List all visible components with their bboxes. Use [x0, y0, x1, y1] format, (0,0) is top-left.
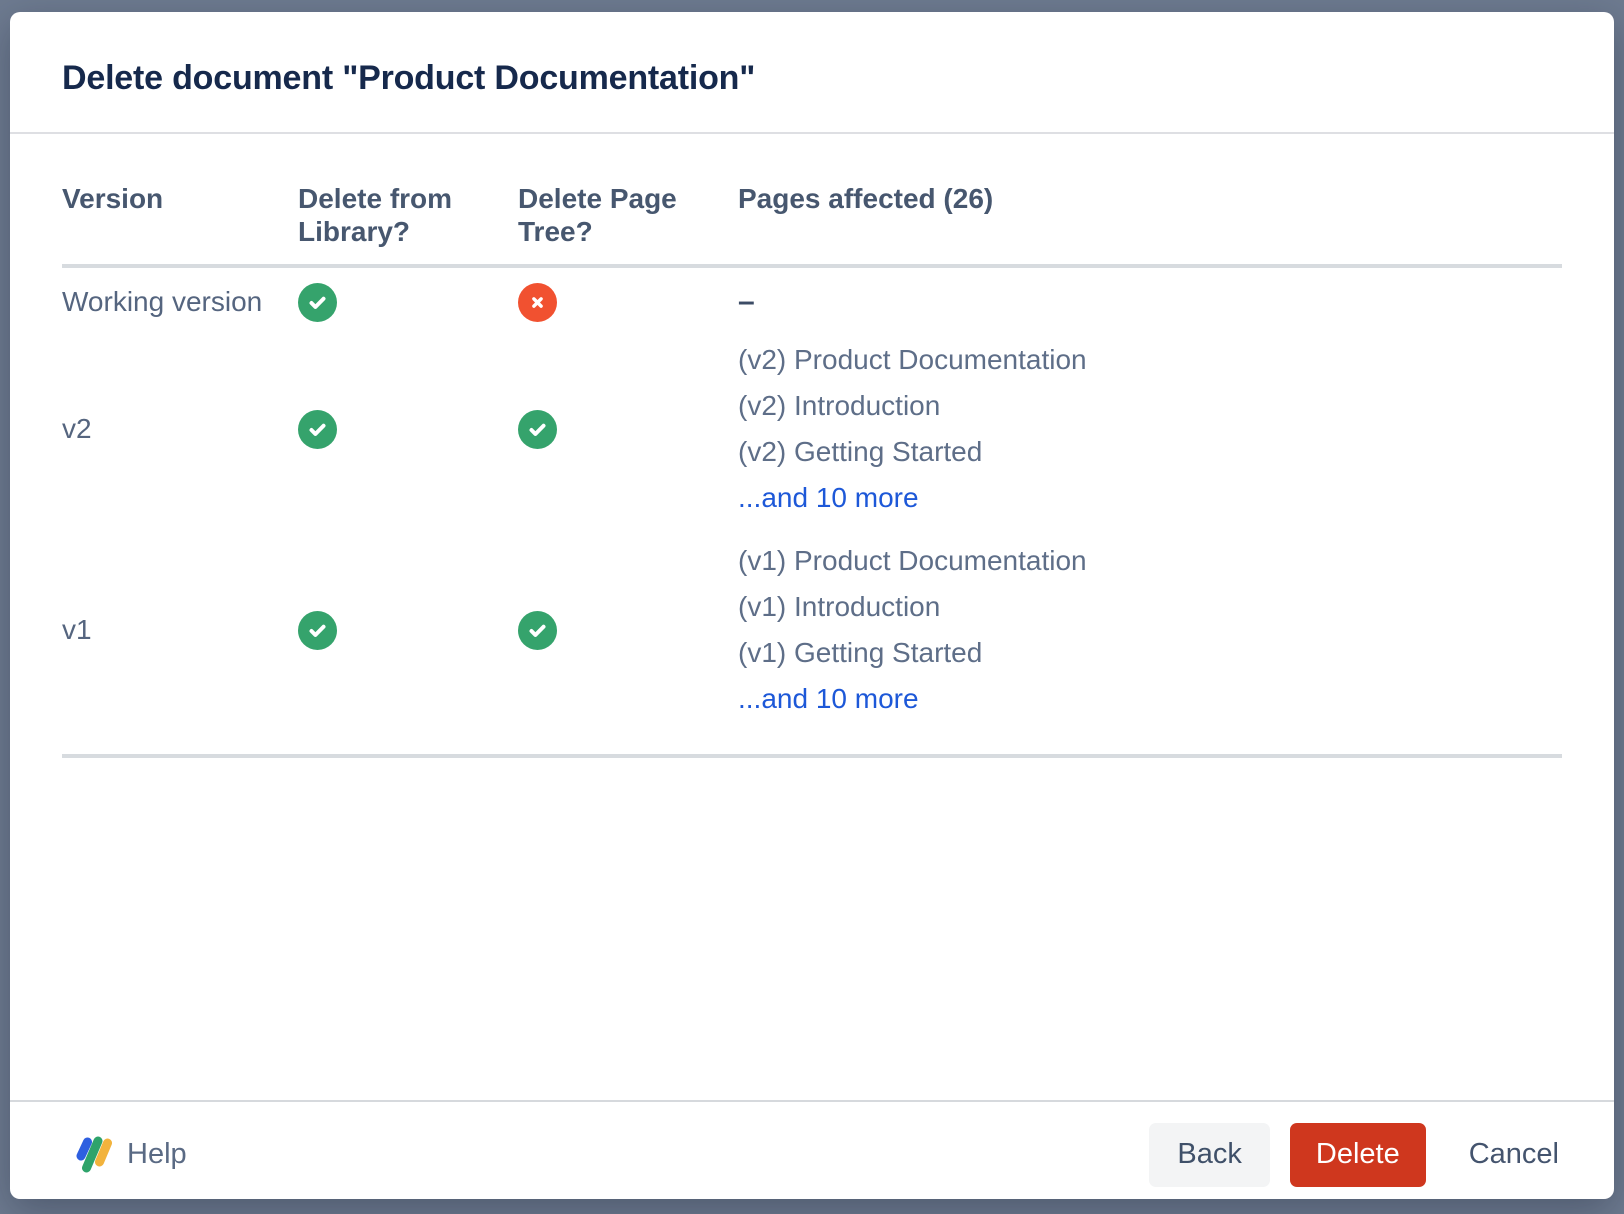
cancel-button[interactable]: Cancel — [1442, 1123, 1586, 1187]
table-row-working-version: Working version – — [62, 282, 1562, 322]
dialog-title: Delete document "Product Documentation" — [62, 56, 1562, 100]
dialog-body: Version Delete from Library? Delete Page… — [10, 134, 1614, 1100]
page-item: (v2) Getting Started — [738, 429, 1562, 475]
delete-document-dialog: Delete document "Product Documentation" … — [10, 12, 1614, 1199]
app-logo-slashes-icon — [74, 1135, 112, 1175]
page-item: (v1) Getting Started — [738, 630, 1562, 676]
page-item: (v2) Introduction — [738, 383, 1562, 429]
page-item: (v1) Product Documentation — [738, 538, 1562, 584]
table-bottom-divider — [62, 754, 1562, 758]
cross-icon — [518, 283, 557, 322]
pages-affected-empty: – — [738, 285, 1562, 319]
check-icon — [518, 410, 557, 449]
show-more-pages-link[interactable]: ...and 10 more — [738, 475, 919, 521]
page-item: (v2) Product Documentation — [738, 337, 1562, 383]
check-icon — [518, 611, 557, 650]
show-more-pages-link[interactable]: ...and 10 more — [738, 676, 919, 722]
table-row-v1: v1 (v1) Product Documentation (v1) Intro… — [62, 538, 1562, 722]
dialog-header: Delete document "Product Documentation" — [10, 12, 1614, 132]
column-header-pages-affected: Pages affected (26) — [738, 182, 1562, 248]
dialog-footer: Help Back Delete Cancel — [10, 1100, 1614, 1199]
version-label: v1 — [62, 614, 298, 646]
check-icon — [298, 283, 337, 322]
help-label: Help — [127, 1138, 187, 1171]
version-label: Working version — [62, 286, 298, 318]
table-header-row: Version Delete from Library? Delete Page… — [62, 134, 1562, 268]
check-icon — [298, 410, 337, 449]
back-button[interactable]: Back — [1149, 1123, 1269, 1187]
column-header-delete-from-library: Delete from Library? — [298, 182, 518, 248]
page-item: (v1) Introduction — [738, 584, 1562, 630]
delete-button[interactable]: Delete — [1290, 1123, 1426, 1187]
column-header-delete-page-tree: Delete Page Tree? — [518, 182, 738, 248]
help-button[interactable]: Help — [74, 1135, 187, 1175]
table-row-v2: v2 (v2) Product Documentation (v2) Intro… — [62, 337, 1562, 521]
version-label: v2 — [62, 413, 298, 445]
column-header-version: Version — [62, 182, 298, 248]
pages-affected-list: (v2) Product Documentation (v2) Introduc… — [738, 337, 1562, 521]
pages-affected-list: (v1) Product Documentation (v1) Introduc… — [738, 538, 1562, 722]
check-icon — [298, 611, 337, 650]
